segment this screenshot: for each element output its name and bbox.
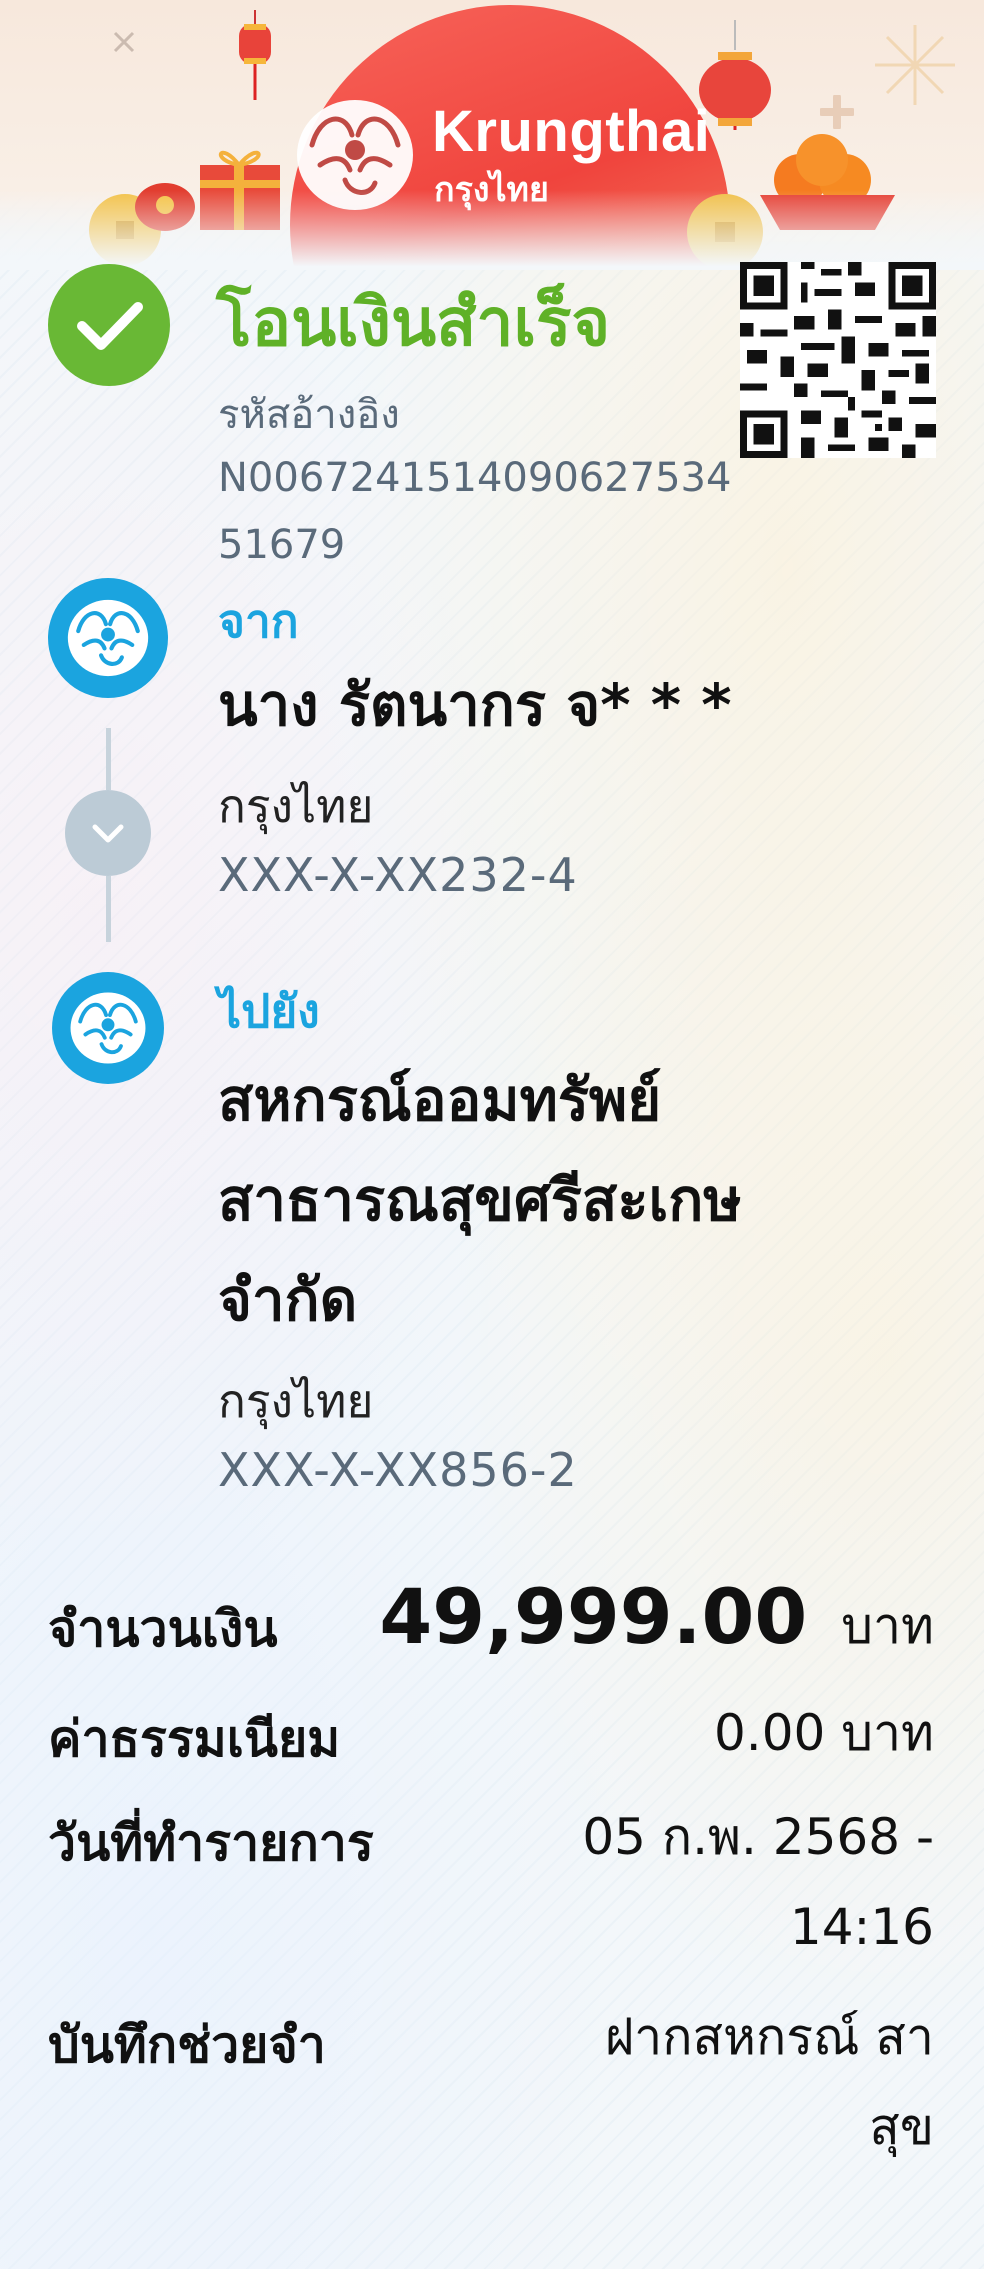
check-icon (77, 302, 143, 350)
amount-label: จำนวนเงิน (48, 1600, 278, 1658)
header-banner: Krungthai กรุงไทย (0, 0, 984, 270)
receiver-name-line3: จำกัด (218, 1266, 358, 1334)
date-value-line2: 14:16 (789, 1898, 934, 1956)
receiver-bank: กรุงไทย (218, 1374, 374, 1428)
success-badge (48, 264, 170, 386)
fee-value: 0.00 บาท (714, 1704, 934, 1762)
amount-unit: บาท (841, 1597, 934, 1655)
receiver-name-line1: สหกรณ์ออมทรัพย์ (218, 1066, 662, 1134)
receiver-bank-avatar (52, 972, 164, 1084)
status-title: โอนเงินสำเร็จ (216, 284, 611, 361)
from-label: จาก (218, 594, 299, 648)
memo-value-line1: ฝากสหกรณ์ สา (604, 2008, 934, 2066)
date-value-line1: 05 ก.พ. 2568 - (582, 1808, 934, 1866)
fee-label: ค่าธรรมเนียม (48, 1710, 341, 1768)
lantern-icon (239, 10, 271, 100)
chevron-down-icon (92, 824, 124, 843)
timeline-line (106, 876, 111, 942)
receiver-account: XXX-X-XX856-2 (218, 1443, 578, 1497)
sender-name: นาง รัตนากร จ* * * (218, 671, 732, 739)
date-label: วันที่ทำรายการ (48, 1814, 374, 1872)
expand-button[interactable] (65, 790, 151, 876)
krungthai-bird-icon (67, 599, 149, 677)
amount-value-row: 49,999.00 บาท (379, 1572, 934, 1671)
amount-value: 49,999.00 (379, 1572, 808, 1661)
banner-fade (0, 190, 984, 270)
brand-name-en: Krungthai (432, 99, 711, 164)
plus-deco-icon (820, 95, 854, 129)
to-label: ไปยัง (218, 984, 320, 1038)
sender-bank: กรุงไทย (218, 779, 374, 833)
memo-value-line2: สุข (869, 2098, 934, 2156)
timeline-line (106, 728, 111, 790)
cross-deco-icon (113, 31, 135, 53)
reference-value: N0067241514090627534 51679 (218, 455, 732, 568)
receiver-name-line2: สาธารณสุขศรีสะเกษ (218, 1166, 742, 1234)
qr-code-icon[interactable] (740, 262, 936, 458)
sender-account: XXX-X-XX232-4 (218, 848, 578, 902)
sender-bank-avatar (48, 578, 168, 698)
reference-label: รหัสอ้างอิง (218, 392, 400, 438)
krungthai-bird-icon (70, 992, 146, 1064)
sparkle-icon (875, 25, 955, 105)
memo-label: บันทึกช่วยจำ (48, 2016, 326, 2074)
